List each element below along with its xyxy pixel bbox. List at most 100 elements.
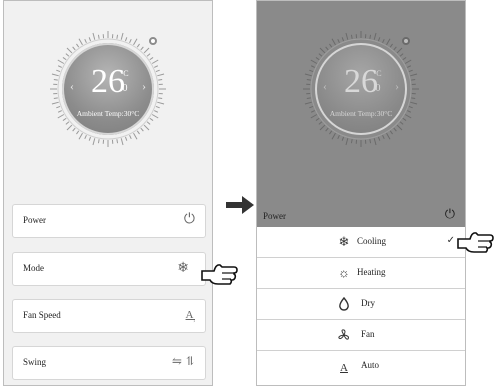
dial-tick: [350, 139, 353, 144]
dial-tick: [331, 132, 336, 140]
pointing-hand-icon: [201, 264, 238, 285]
dial-tick: [306, 97, 311, 100]
dial-tick: [84, 38, 87, 43]
dial-tick: [136, 130, 140, 135]
dial-tick: [337, 135, 340, 140]
temperature-decimal: .0: [120, 83, 128, 94]
dial-tick: [149, 117, 154, 121]
fan-speed-auto-icon[interactable]: A,: [186, 309, 195, 323]
temperature-unit: °C: [373, 69, 382, 78]
fan-speed-row[interactable]: Fan Speed A,: [12, 299, 206, 333]
ambient-temperature: Ambient Temp:30°C: [329, 109, 393, 118]
dial-tick: [157, 101, 165, 105]
dial-face: ‹ 26 °C .0 › Ambient Temp:30°C: [315, 43, 407, 135]
dial-tick: [78, 132, 83, 140]
dial-tick: [56, 105, 61, 109]
dial-tick: [373, 138, 377, 146]
snowflake-icon[interactable]: ❄: [177, 260, 189, 277]
dial-tick: [386, 132, 391, 140]
dial-tick: [155, 105, 160, 109]
dial-tick: [157, 73, 165, 77]
dial-face: ‹ 26 °C .0 › Ambient Temp:30°C: [62, 43, 154, 135]
dial-tick: [318, 121, 323, 125]
dial-tick: [149, 57, 154, 61]
dial-tick: [133, 132, 138, 140]
mode-option-label: Cooling: [357, 236, 387, 246]
check-icon: ✓: [446, 235, 455, 246]
dial-tick: [345, 138, 349, 146]
power-icon[interactable]: ⏻: [184, 212, 195, 228]
dial-tick: [65, 121, 70, 125]
dimmed-overlay[interactable]: ‹ 26 °C .0 › Ambient Temp:30°C Power ⏻: [257, 1, 465, 227]
dial-tick: [396, 47, 403, 54]
mode-option-cooling[interactable]: ❄ Cooling ✓: [257, 227, 465, 258]
dial-tick: [404, 59, 412, 64]
dial-tick: [310, 59, 318, 64]
dial-tick: [331, 38, 336, 46]
dial-tick: [329, 130, 333, 135]
mode-option-label: Fan: [361, 329, 375, 339]
swing-icon[interactable]: ⇋ ⥮: [172, 354, 195, 369]
mode-option-auto[interactable]: A Auto: [257, 351, 465, 382]
dial-tick: [315, 117, 320, 121]
dial-tick: [309, 69, 314, 73]
swing-row[interactable]: Swing ⇋ ⥮: [12, 346, 206, 380]
mode-option-heating[interactable]: ☼ Heating: [257, 258, 465, 289]
dial-tick: [146, 53, 151, 57]
dial-tick: [309, 105, 314, 109]
dial-tick: [92, 32, 96, 40]
temperature-decimal: .0: [373, 83, 381, 94]
dial-tick: [143, 124, 150, 131]
dial-tick: [136, 43, 140, 48]
transition-arrow-icon: [226, 196, 254, 214]
dial-tick: [399, 53, 404, 57]
dial-tick: [151, 59, 159, 64]
dial-tick: [154, 65, 159, 68]
temperature-unit: °C: [120, 69, 129, 78]
mode-label: Mode: [23, 263, 44, 273]
dial-tick: [350, 34, 353, 39]
dial-tick: [143, 47, 150, 54]
increase-arrow-icon[interactable]: ›: [142, 79, 146, 94]
dial-tick: [66, 124, 73, 131]
dial-tick: [76, 130, 80, 135]
dial-tick: [146, 121, 151, 125]
dial-tick: [345, 32, 349, 40]
mode-option-dry[interactable]: Dry: [257, 289, 465, 320]
snowflake-icon: ❄: [338, 234, 350, 249]
dial-tick: [410, 101, 418, 105]
dial-tick: [389, 43, 393, 48]
sun-icon: ☼: [338, 265, 350, 280]
dial-tick: [155, 69, 160, 73]
power-row[interactable]: Power ⏻: [12, 204, 206, 238]
dial-tick: [84, 135, 87, 140]
dial-tick: [88, 37, 92, 42]
pointing-hand-icon: [457, 232, 494, 253]
mode-option-fan[interactable]: Fan: [257, 320, 465, 351]
auto-icon: A: [340, 362, 348, 374]
power-label: Power: [263, 211, 286, 221]
dial-tick: [386, 38, 391, 46]
dial-tick: [97, 34, 100, 39]
ambient-temperature: Ambient Temp:30°C: [76, 109, 140, 118]
dial-tick: [154, 110, 159, 113]
dial-tick: [129, 38, 132, 43]
dial-tick: [92, 138, 96, 146]
dial-tick: [396, 124, 403, 131]
dial-tick: [124, 37, 128, 42]
fan-speed-label: Fan Speed: [23, 310, 61, 320]
dial-knob[interactable]: [149, 37, 157, 45]
increase-arrow-icon: ›: [395, 79, 399, 93]
dial-tick: [78, 38, 83, 46]
dial-tick: [399, 121, 404, 125]
dial-tick: [408, 69, 413, 73]
dial-tick: [124, 136, 128, 141]
swing-label: Swing: [23, 357, 47, 367]
dial-tick: [116, 34, 119, 39]
temperature-dial[interactable]: ‹ 26 °C .0 › Ambient Temp:30°C: [48, 29, 168, 149]
dial-tick: [62, 57, 67, 61]
dial-tick: [72, 127, 76, 132]
dial-tick: [389, 130, 393, 135]
mode-row[interactable]: Mode ❄: [12, 252, 206, 286]
main-screen: ‹ 26 °C .0 › Ambient Temp:30°C Power ⏻ M…: [3, 0, 213, 386]
